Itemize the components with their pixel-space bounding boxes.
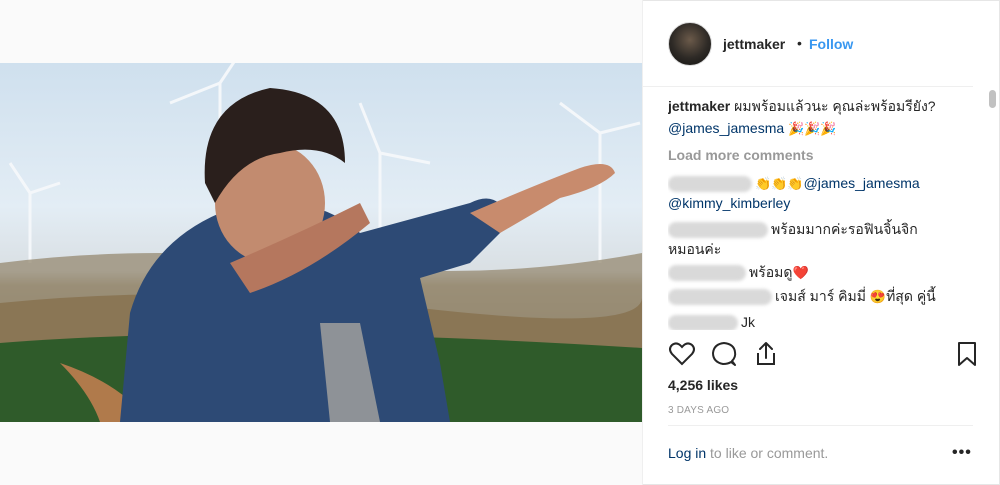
comment-row: พร้อมมากค่ะรอฟินจิ้นจิก: [668, 219, 918, 239]
comment-mention[interactable]: @james_jamesma: [804, 175, 920, 191]
follow-button[interactable]: Follow: [809, 36, 853, 52]
comment-text: เจมส์ มาร์ คิมมี่: [775, 288, 866, 304]
blurred-username: [668, 176, 752, 193]
avatar[interactable]: [668, 22, 712, 66]
comment-text: พร้อมดู: [749, 264, 793, 280]
load-more-label[interactable]: Load more comments: [668, 145, 813, 165]
comment-row: 👏👏👏@james_jamesma: [668, 173, 920, 194]
caption-username[interactable]: jettmaker: [668, 98, 730, 114]
action-bar: [668, 340, 978, 370]
comments-scrollbar[interactable]: [988, 86, 998, 332]
share-icon[interactable]: [752, 340, 780, 368]
photo-illustration: [0, 63, 642, 422]
caption-text: ผมพร้อมแล้วนะ คุณล่ะพร้อมรียัง?: [734, 98, 936, 114]
blurred-username: [668, 315, 738, 330]
blurred-username: [668, 289, 772, 306]
blurred-username: [668, 265, 746, 282]
comment-row-continued: @kimmy_kimberley: [668, 193, 790, 213]
comment-emoji: 😍: [869, 289, 887, 304]
divider: [668, 425, 973, 426]
caption-emoji: 🎉🎉🎉: [788, 121, 837, 136]
comment-text: พร้อมมากค่ะรอฟินจิ้นจิก: [771, 221, 918, 237]
comment-row: พร้อมดู❤️: [668, 262, 809, 283]
post-photo[interactable]: [0, 63, 642, 422]
login-prompt: Log in to like or comment.: [668, 445, 828, 461]
login-link[interactable]: Log in: [668, 445, 706, 461]
caption-line-2: @james_jamesma 🎉🎉🎉: [668, 118, 837, 139]
post-header: jettmaker • Follow: [643, 0, 973, 87]
comment-text-2: ที่สุด คู่นี้: [886, 288, 936, 304]
post-timestamp[interactable]: 3 DAYS AGO: [668, 405, 729, 416]
blurred-username: [668, 222, 768, 239]
comment-row: Jk: [668, 312, 755, 330]
more-options-button[interactable]: •••: [952, 444, 972, 462]
comments-list: jettmaker ผมพร้อมแล้วนะ คุณล่ะพร้อมรียัง…: [668, 96, 968, 330]
scrollbar-thumb[interactable]: [989, 90, 996, 108]
login-text: to like or comment.: [706, 445, 829, 461]
comment-row-continued: หมอนค่ะ: [668, 239, 721, 259]
comment-mention-2[interactable]: @kimmy_kimberley: [668, 195, 790, 211]
comment-text-2: หมอนค่ะ: [668, 241, 722, 257]
comment-text: Jk: [741, 314, 755, 330]
comment-icon[interactable]: [710, 340, 738, 368]
heart-icon[interactable]: [668, 340, 696, 368]
media-panel: [0, 0, 643, 485]
comment-emoji: 👏👏👏: [755, 176, 804, 191]
separator-dot: •: [797, 35, 802, 51]
heart-emoji: ❤️: [792, 265, 809, 280]
caption: jettmaker ผมพร้อมแล้วนะ คุณล่ะพร้อมรียัง…: [668, 96, 936, 116]
caption-mention[interactable]: @james_jamesma: [668, 120, 784, 136]
post-sidebar: jettmaker • Follow jettmaker ผมพร้อมแล้ว…: [643, 0, 1000, 485]
bookmark-icon[interactable]: [953, 340, 981, 368]
likes-count[interactable]: 4,256 likes: [668, 377, 738, 393]
comment-row: เจมส์ มาร์ คิมมี่ 😍ที่สุด คู่นี้: [668, 286, 936, 307]
username[interactable]: jettmaker: [723, 36, 785, 52]
load-more-comments[interactable]: Load more comments: [668, 145, 813, 165]
